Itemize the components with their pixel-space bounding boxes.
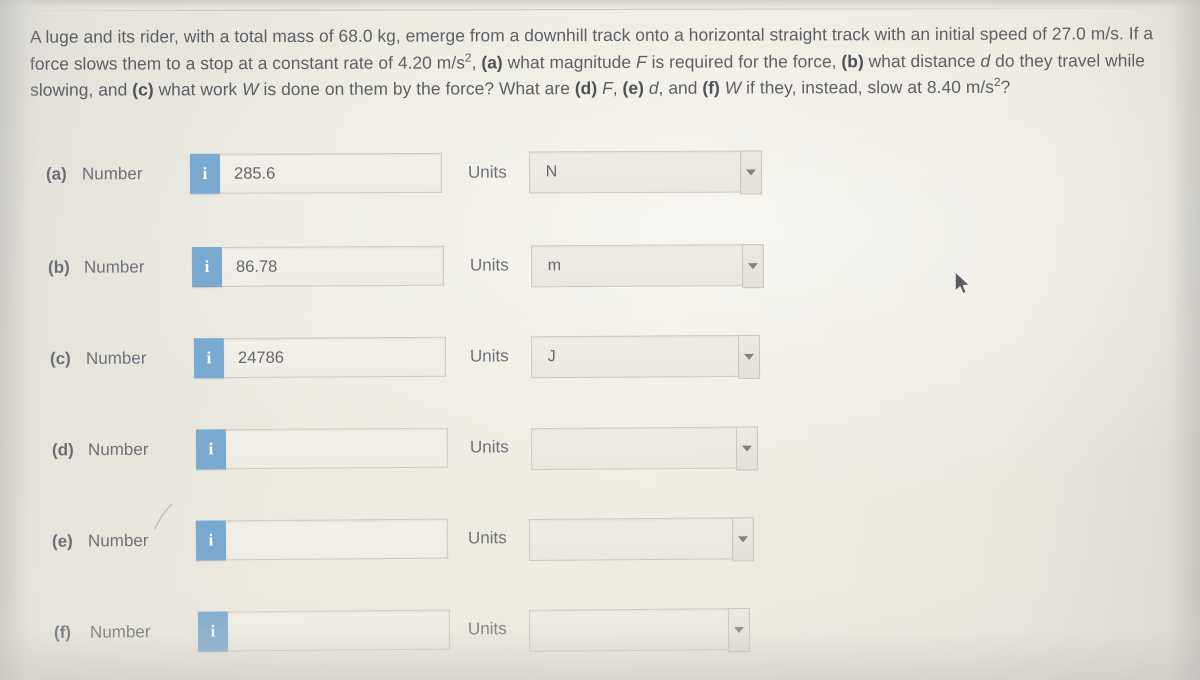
units-label: Units bbox=[467, 528, 507, 548]
number-label: Number bbox=[81, 164, 143, 184]
number-input[interactable]: 86.78 bbox=[221, 245, 445, 287]
chevron-down-icon[interactable] bbox=[741, 244, 764, 289]
problem-text-run: d bbox=[980, 50, 991, 71]
units-select-value: N bbox=[545, 163, 558, 181]
problem-text-run: if they, instead, slow at 8.40 m/s bbox=[741, 76, 995, 98]
number-label: Number bbox=[85, 348, 147, 368]
problem-text-run: what work bbox=[153, 79, 243, 100]
answer-part-label: (c) bbox=[49, 349, 71, 369]
problem-text-run: what distance bbox=[863, 50, 981, 71]
units-label: Units bbox=[467, 162, 507, 182]
info-icon[interactable]: i bbox=[189, 153, 221, 194]
problem-text-run: (c) bbox=[132, 79, 154, 100]
chevron-down-glyph bbox=[733, 627, 744, 634]
number-input[interactable]: 285.6 bbox=[219, 152, 443, 194]
number-label: Number bbox=[87, 439, 149, 460]
info-icon[interactable]: i bbox=[197, 611, 229, 652]
answer-row-e: (e) Number i Units bbox=[51, 513, 754, 565]
problem-statement: A luge and its rider, with a total mass … bbox=[30, 20, 1182, 103]
chevron-down-glyph bbox=[745, 169, 756, 176]
chevron-down-icon[interactable] bbox=[731, 516, 754, 561]
number-field-group: i bbox=[195, 427, 449, 470]
info-icon[interactable]: i bbox=[191, 246, 223, 288]
units-select-value: m bbox=[547, 257, 562, 275]
problem-text-run: , bbox=[471, 51, 482, 72]
chevron-down-glyph bbox=[747, 263, 758, 270]
answer-row-a: (a) Number i 285.6 Units N bbox=[45, 148, 762, 197]
problem-text-run: F bbox=[602, 77, 613, 99]
number-input[interactable]: 24786 bbox=[223, 336, 447, 379]
units-select-value: J bbox=[547, 348, 556, 366]
problem-text-run: W bbox=[724, 77, 742, 98]
answer-row-f: (f) Number i Units bbox=[53, 604, 750, 656]
units-select[interactable]: m bbox=[530, 244, 764, 289]
number-label: Number bbox=[87, 530, 149, 551]
units-label: Units bbox=[469, 437, 509, 457]
chevron-down-glyph bbox=[737, 535, 748, 542]
units-label: Units bbox=[467, 619, 507, 639]
answer-part-label: (d) bbox=[51, 440, 74, 460]
problem-text-run: , bbox=[612, 77, 623, 98]
problem-text-run: ? bbox=[1000, 76, 1011, 97]
info-icon[interactable]: i bbox=[195, 520, 227, 561]
number-input[interactable] bbox=[225, 427, 449, 470]
number-label: Number bbox=[83, 257, 145, 277]
problem-text-run: (a) bbox=[481, 51, 503, 72]
answer-part-label: (e) bbox=[51, 531, 73, 551]
number-input[interactable] bbox=[225, 518, 449, 561]
answer-row-c: (c) Number i 24786 Units J bbox=[49, 332, 760, 382]
units-select[interactable] bbox=[528, 516, 754, 561]
number-field-group: i bbox=[195, 518, 449, 561]
units-label: Units bbox=[469, 346, 509, 366]
answer-row-b: (b) Number i 86.78 Units m bbox=[47, 241, 764, 291]
number-input[interactable] bbox=[227, 609, 451, 652]
chevron-down-glyph bbox=[743, 353, 754, 360]
problem-text-run: W bbox=[242, 79, 259, 100]
chevron-down-icon[interactable] bbox=[727, 607, 750, 653]
units-select[interactable] bbox=[528, 607, 750, 653]
answer-part-label: (f) bbox=[53, 622, 72, 643]
answer-part-label: (b) bbox=[47, 257, 70, 277]
chevron-down-icon[interactable] bbox=[739, 150, 762, 195]
answer-row-d: (d) Number i Units bbox=[51, 423, 758, 474]
units-select[interactable]: J bbox=[530, 334, 760, 379]
chevron-down-icon[interactable] bbox=[735, 426, 758, 471]
number-field-group: i 24786 bbox=[193, 336, 447, 379]
answer-part-label: (a) bbox=[45, 164, 67, 184]
problem-text-run: (d) bbox=[574, 78, 598, 99]
number-field-group: i 86.78 bbox=[191, 245, 445, 288]
number-label: Number bbox=[89, 622, 151, 642]
problem-text-run: (b) bbox=[841, 50, 864, 71]
number-field-group: i 285.6 bbox=[189, 152, 443, 194]
problem-text-run: (f) bbox=[702, 77, 720, 98]
problem-text-run: what magnitude bbox=[502, 51, 637, 72]
problem-text-run: is required for the force, bbox=[646, 50, 842, 72]
problem-text-run: , and bbox=[658, 77, 703, 98]
chevron-down-icon[interactable] bbox=[737, 334, 760, 379]
info-icon[interactable]: i bbox=[193, 338, 225, 379]
units-select[interactable] bbox=[530, 426, 758, 471]
units-label: Units bbox=[469, 255, 509, 275]
number-field-group: i bbox=[197, 609, 451, 652]
info-icon[interactable]: i bbox=[195, 429, 227, 470]
chevron-down-glyph bbox=[741, 445, 752, 452]
units-select[interactable]: N bbox=[528, 150, 762, 195]
problem-text-run: F bbox=[635, 51, 647, 72]
problem-text-run: is done on them by the force? What are bbox=[258, 78, 575, 100]
problem-text-run: (e) bbox=[622, 77, 644, 98]
